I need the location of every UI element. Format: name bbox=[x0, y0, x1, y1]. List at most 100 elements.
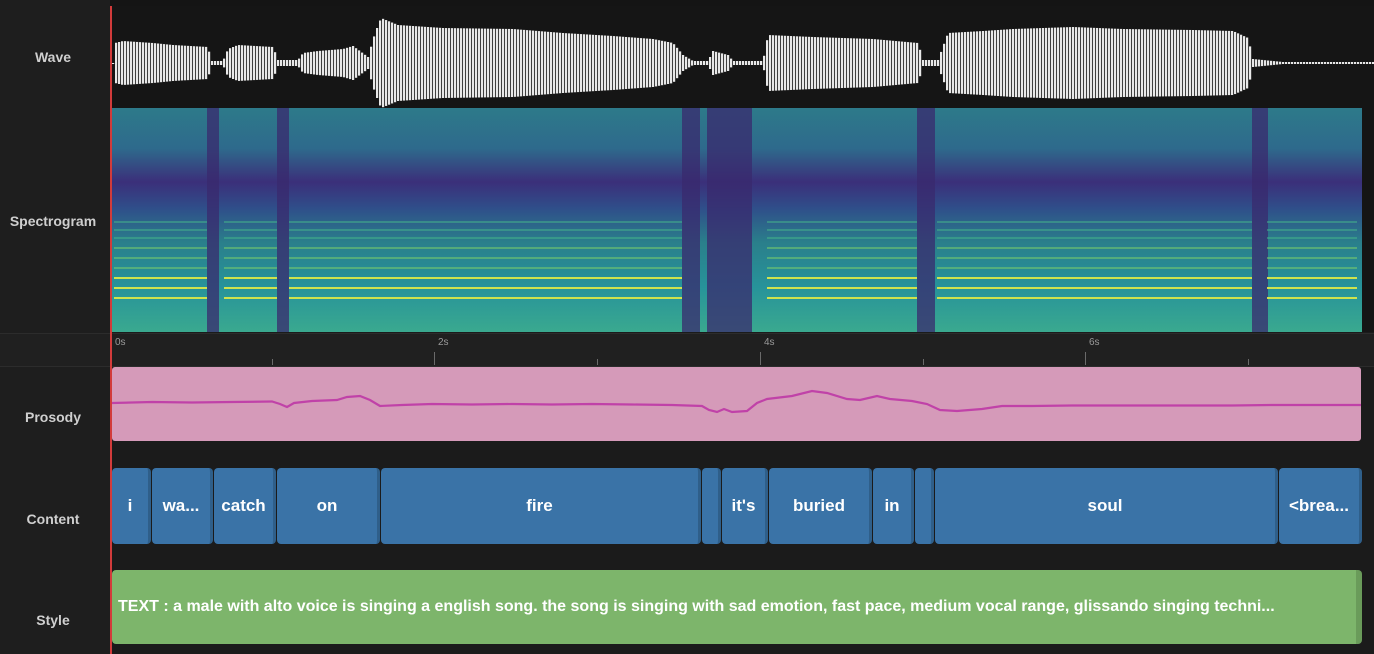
waveform-bar bbox=[1258, 59, 1261, 67]
waveform-bar bbox=[535, 30, 538, 96]
waveform-bar bbox=[1309, 62, 1312, 64]
waveform-bar bbox=[181, 45, 184, 81]
waveform-bar bbox=[217, 61, 220, 65]
waveform-bar bbox=[862, 38, 865, 88]
waveform-bar bbox=[727, 55, 730, 71]
waveform-bar bbox=[547, 31, 550, 95]
waveform-bar bbox=[331, 49, 334, 77]
waveform-bar bbox=[817, 37, 820, 89]
waveform-bar bbox=[943, 43, 946, 83]
waveform-bar bbox=[928, 60, 931, 66]
waveform-bar bbox=[1219, 30, 1222, 96]
waveform-bar bbox=[562, 33, 565, 93]
waveform-bar bbox=[1270, 60, 1273, 66]
content-segment[interactable]: <brea... bbox=[1279, 468, 1362, 544]
waveform-bar bbox=[523, 29, 526, 97]
waveform-bar bbox=[1321, 62, 1324, 64]
waveform-bar bbox=[586, 34, 589, 92]
waveform[interactable] bbox=[112, 6, 1374, 108]
content-segment[interactable] bbox=[702, 468, 721, 544]
waveform-bar bbox=[1006, 29, 1009, 97]
waveform-bar bbox=[745, 61, 748, 65]
waveform-bar bbox=[1012, 29, 1015, 97]
waveform-bar bbox=[1129, 29, 1132, 97]
waveform-bar bbox=[529, 30, 532, 96]
waveform-bar bbox=[1147, 29, 1150, 97]
waveform-bar bbox=[1162, 29, 1165, 97]
content-segment[interactable]: on bbox=[277, 468, 380, 544]
waveform-bar bbox=[400, 25, 403, 101]
waveform-bar bbox=[1159, 29, 1162, 97]
waveform-bar bbox=[826, 37, 829, 89]
waveform-bar bbox=[619, 36, 622, 90]
time-ruler[interactable]: 0s 2s 4s 6s bbox=[0, 333, 1374, 367]
waveform-bar bbox=[1048, 27, 1051, 99]
waveform-bar bbox=[637, 37, 640, 89]
waveform-bar bbox=[802, 36, 805, 90]
waveform-bar bbox=[268, 46, 271, 80]
waveform-bar bbox=[184, 45, 187, 81]
waveform-bar bbox=[1201, 30, 1204, 96]
waveform-bar bbox=[226, 51, 229, 75]
waveform-bar bbox=[454, 28, 457, 98]
content-segment[interactable]: fire bbox=[381, 468, 701, 544]
waveform-bar bbox=[946, 35, 949, 91]
waveform-bar bbox=[574, 33, 577, 93]
waveform-bar bbox=[298, 58, 301, 68]
content-segment[interactable]: wa... bbox=[152, 468, 213, 544]
waveform-bar bbox=[1249, 46, 1252, 80]
waveform-bar bbox=[1045, 27, 1048, 99]
waveform-bar bbox=[1009, 29, 1012, 97]
content-segment[interactable]: in bbox=[873, 468, 914, 544]
waveform-bar bbox=[256, 46, 259, 80]
waveform-bar bbox=[1288, 62, 1291, 64]
waveform-bar bbox=[922, 60, 925, 66]
waveform-bar bbox=[430, 27, 433, 99]
waveform-bar bbox=[244, 45, 247, 81]
waveform-bar bbox=[1264, 60, 1267, 66]
waveform-bar bbox=[784, 35, 787, 91]
ruler-major-tick bbox=[760, 352, 761, 365]
waveform-bar bbox=[757, 61, 760, 65]
waveform-bar bbox=[1180, 29, 1183, 97]
waveform-bar bbox=[133, 41, 136, 85]
playhead[interactable] bbox=[110, 6, 112, 654]
waveform-bar bbox=[1276, 61, 1279, 65]
waveform-bar bbox=[850, 38, 853, 88]
waveform-bar bbox=[643, 38, 646, 88]
waveform-bar bbox=[1279, 61, 1282, 65]
waveform-bar bbox=[370, 46, 373, 80]
waveform-bar bbox=[1015, 28, 1018, 98]
ruler-label-2: 4s bbox=[764, 337, 775, 348]
prosody-track[interactable] bbox=[112, 367, 1361, 441]
waveform-bar bbox=[1294, 62, 1297, 64]
style-segment[interactable]: TEXT : a male with alto voice is singing… bbox=[112, 570, 1362, 644]
waveform-bar bbox=[676, 47, 679, 79]
waveform-bar bbox=[1066, 27, 1069, 99]
content-segment[interactable]: i bbox=[112, 468, 151, 544]
waveform-bar bbox=[259, 46, 262, 80]
content-segment[interactable]: soul bbox=[935, 468, 1278, 544]
content-segment[interactable] bbox=[915, 468, 934, 544]
waveform-bar bbox=[640, 38, 643, 88]
waveform-bar bbox=[1255, 59, 1258, 67]
waveform-bar bbox=[340, 49, 343, 77]
waveform-bar bbox=[424, 26, 427, 100]
waveform-bar bbox=[409, 25, 412, 101]
waveform-bar bbox=[328, 50, 331, 76]
content-segment[interactable]: buried bbox=[769, 468, 872, 544]
content-segment[interactable]: catch bbox=[214, 468, 276, 544]
waveform-bar bbox=[520, 29, 523, 97]
waveform-bar bbox=[142, 42, 145, 84]
waveform-bar bbox=[1090, 27, 1093, 99]
waveform-bar bbox=[313, 51, 316, 75]
content-segment[interactable]: it's bbox=[722, 468, 768, 544]
waveform-bar bbox=[1357, 62, 1360, 64]
waveform-bar bbox=[1114, 28, 1117, 98]
waveform-bar bbox=[916, 42, 919, 84]
waveform-bar bbox=[403, 25, 406, 101]
spectrogram[interactable] bbox=[112, 108, 1362, 332]
waveform-bar bbox=[1300, 62, 1303, 64]
waveform-bar bbox=[202, 46, 205, 80]
waveform-bar bbox=[343, 48, 346, 78]
